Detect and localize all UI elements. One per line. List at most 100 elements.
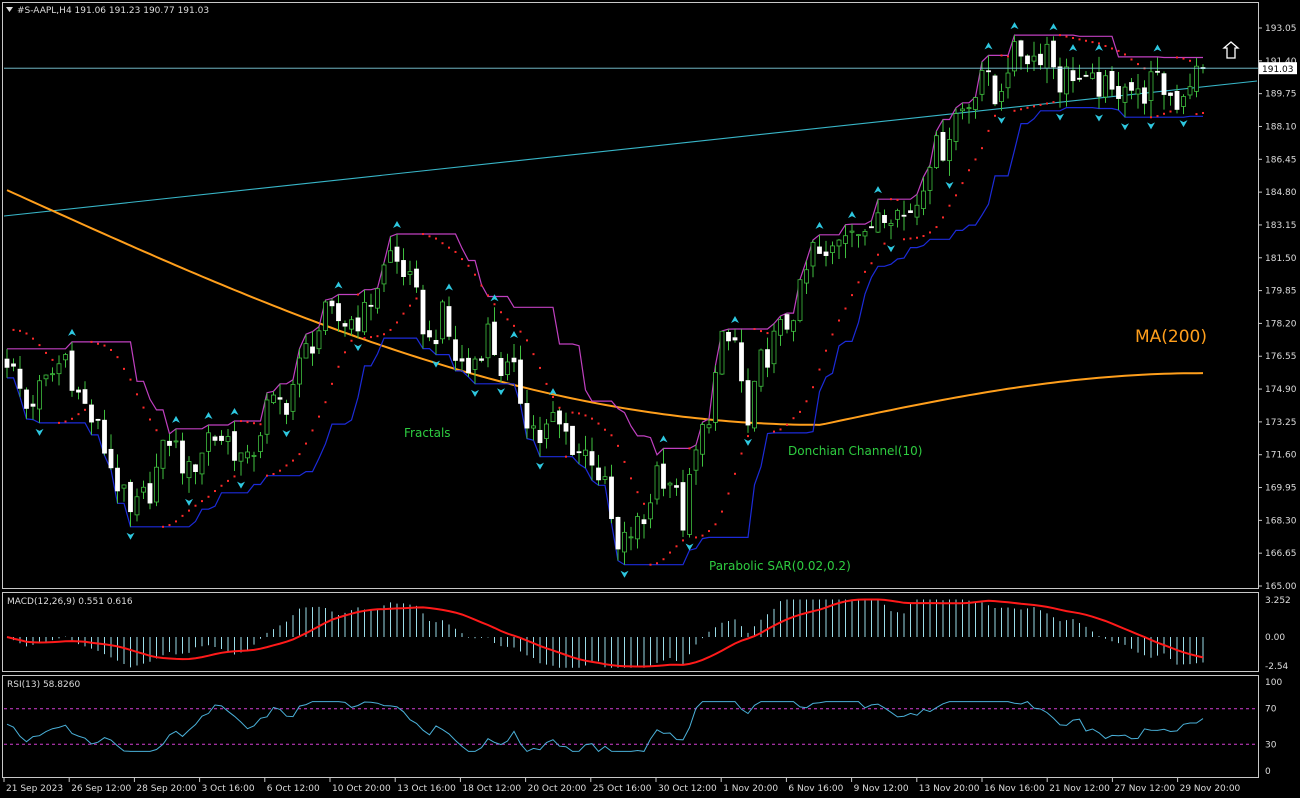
sar-dot [123, 367, 125, 370]
trendline-layer [3, 80, 1258, 217]
sar-dot [71, 417, 73, 420]
rsi-pane-frame [2, 675, 1259, 778]
sar-dot [818, 368, 821, 371]
macd-tick-label: 0.00 [1265, 633, 1285, 643]
sar-dot [298, 453, 301, 456]
macd-title: MACD(12,26,9) 0.551 0.616 [7, 597, 133, 607]
sar-dot [708, 530, 710, 533]
sar-dot [1013, 109, 1016, 112]
candle-body [349, 319, 354, 330]
sar-dot [201, 500, 203, 503]
sar-dot [1156, 115, 1159, 118]
fractal-down-icon [471, 389, 479, 397]
sar-dot [909, 237, 912, 240]
candle-body [134, 496, 140, 516]
sar-dot [831, 333, 834, 336]
sar-dot [630, 477, 632, 480]
sar-dot [292, 459, 294, 462]
candle-body [63, 354, 68, 361]
candle-body [739, 342, 744, 382]
candle-body [375, 288, 380, 309]
candle-body [934, 135, 939, 168]
candle-body [693, 449, 699, 471]
fractal-down-icon [620, 570, 629, 578]
candle-body [953, 113, 959, 142]
candle-body [531, 425, 536, 429]
sar-dot [864, 270, 866, 273]
candle-body [706, 424, 712, 429]
sar-dot [58, 421, 60, 424]
time-tick-label: 20 Oct 20:00 [528, 784, 587, 794]
sar-dot [363, 337, 366, 340]
candle-body [251, 455, 257, 457]
time-tick-label: 26 Sep 12:00 [71, 784, 131, 794]
sar-dot [877, 253, 879, 256]
price-tick-label: 176.55 [1265, 352, 1297, 362]
candle-body [1142, 87, 1147, 104]
time-tick-label: 1 Nov 20:00 [723, 784, 778, 794]
sar-dot [565, 455, 567, 458]
candle-body [284, 403, 289, 415]
sar-dot [383, 333, 385, 336]
sar-dot [981, 147, 983, 150]
fractal-down-icon [1056, 113, 1064, 121]
candle-body [765, 349, 770, 368]
fractal-down-icon [354, 344, 362, 352]
fractals-label: Fractals [404, 426, 451, 440]
macd-tick-label: 3.252 [1265, 596, 1291, 606]
candle-body [1135, 88, 1141, 95]
candle-body [752, 380, 757, 429]
sar-dot [675, 545, 678, 548]
sar-dot [825, 349, 827, 352]
sar-dot [51, 358, 54, 361]
sar-dot [149, 418, 151, 421]
sar-dot [513, 324, 515, 327]
candle-body [615, 516, 621, 550]
time-tick-label: 10 Oct 20:00 [332, 784, 391, 794]
sar-dot [779, 428, 782, 431]
sar-dot [1007, 55, 1009, 58]
candle-body [622, 531, 627, 553]
candle-body [1038, 53, 1043, 66]
candle-body [271, 394, 276, 403]
candle-body [388, 250, 393, 263]
candle-body [908, 210, 913, 213]
fractal-down-icon [997, 116, 1006, 124]
sar-dot [331, 382, 333, 385]
sar-dot [1202, 111, 1204, 114]
sar-dot [955, 194, 957, 197]
time-tick-label: 30 Oct 12:00 [658, 784, 717, 794]
candle-body [817, 246, 822, 254]
sar-dot [500, 311, 502, 314]
sar-dot [1176, 56, 1178, 59]
candle-body [901, 214, 907, 217]
time-tick-label: 21 Sep 2023 [6, 784, 63, 794]
trading-chart[interactable]: #S-AAPL,H4 191.06 191.23 190.77 191.03 1… [0, 0, 1300, 798]
sar-dot [526, 339, 528, 342]
sar-dot [181, 514, 184, 517]
sar-dot [656, 562, 658, 565]
fractal-up-icon [1153, 44, 1162, 52]
sar-layer [12, 34, 1204, 566]
time-tick-label: 18 Oct 12:00 [462, 784, 521, 794]
sar-dot [136, 393, 138, 396]
price-tick-label: 173.25 [1265, 418, 1297, 428]
fractal-up-icon [230, 408, 239, 416]
candle-body [115, 467, 120, 492]
sar-dot [448, 246, 450, 249]
sar-dot [701, 534, 704, 537]
sar-dot [103, 344, 106, 347]
candle-body [570, 425, 575, 455]
sar-dot [207, 495, 210, 498]
price-tick-label: 179.85 [1265, 287, 1297, 297]
sar-dot [636, 491, 639, 494]
candle-body [921, 190, 926, 209]
sar-dot [285, 464, 288, 467]
sar-dot [766, 332, 769, 335]
dropdown-triangle-icon[interactable] [6, 7, 13, 12]
candle-body [999, 91, 1004, 102]
candle-body [316, 330, 322, 350]
candle-body [1025, 55, 1030, 65]
candle-body [550, 412, 556, 423]
candle-body [1187, 86, 1193, 96]
